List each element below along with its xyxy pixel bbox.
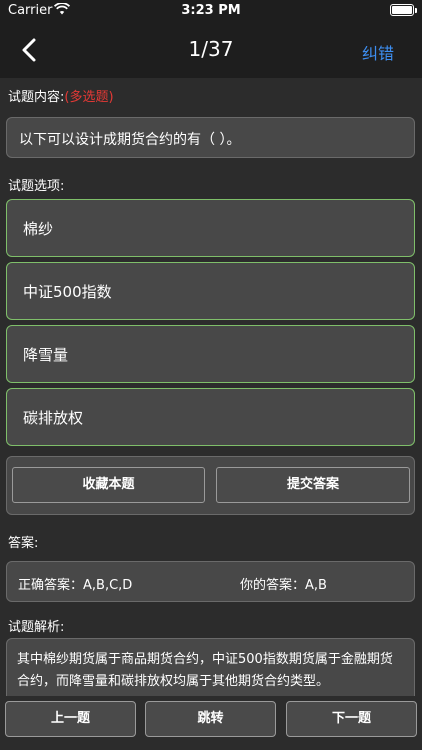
option-d[interactable]: 碳排放权 bbox=[6, 388, 415, 446]
page-title: 1/37 bbox=[188, 37, 234, 61]
report-error-button[interactable]: 纠错 bbox=[362, 40, 394, 64]
question-type-tag: (多选题) bbox=[64, 90, 114, 105]
status-bar: Carrier 3:23 PM bbox=[0, 0, 422, 22]
battery-icon bbox=[390, 4, 417, 16]
options-label: 试题选项: bbox=[8, 179, 65, 194]
option-c[interactable]: 降雪量 bbox=[6, 325, 415, 383]
action-panel: 收藏本题 提交答案 bbox=[6, 456, 415, 515]
previous-question-button[interactable]: 上一题 bbox=[5, 701, 136, 737]
answer-label: 答案: bbox=[8, 536, 39, 551]
jump-button[interactable]: 跳转 bbox=[145, 701, 276, 737]
your-answer: 你的答案：A,B bbox=[240, 574, 327, 593]
submit-answer-button[interactable]: 提交答案 bbox=[216, 467, 410, 503]
option-a[interactable]: 棉纱 bbox=[6, 199, 415, 257]
your-answer-value: A,B bbox=[305, 578, 327, 593]
bottom-navigation: 上一题 跳转 下一题 bbox=[0, 696, 422, 750]
question-text: 以下可以设计成期货合约的有（ ）。 bbox=[6, 117, 415, 158]
next-question-button[interactable]: 下一题 bbox=[286, 701, 417, 737]
option-b[interactable]: 中证500指数 bbox=[6, 262, 415, 320]
your-answer-label: 你的答案： bbox=[240, 578, 306, 593]
answer-panel: 正确答案：A,B,C,D 你的答案：A,B bbox=[6, 561, 415, 602]
correct-answer-label: 正确答案： bbox=[18, 578, 84, 593]
question-label-row: 试题内容:(多选题) bbox=[8, 86, 114, 105]
correct-answer: 正确答案：A,B,C,D bbox=[18, 574, 132, 593]
correct-answer-value: A,B,C,D bbox=[83, 578, 133, 593]
navigation-bar: 1/37 纠错 bbox=[0, 22, 422, 78]
favorite-button[interactable]: 收藏本题 bbox=[12, 467, 205, 503]
question-label: 试题内容: bbox=[8, 90, 65, 105]
status-time: 3:23 PM bbox=[181, 3, 241, 18]
analysis-label: 试题解析: bbox=[8, 620, 65, 635]
